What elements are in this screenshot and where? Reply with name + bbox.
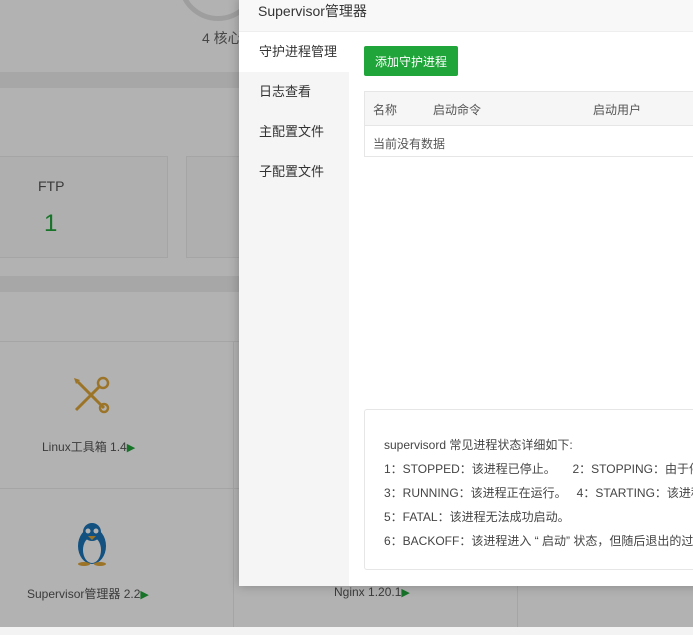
- table-empty-text: 当前没有数据: [373, 137, 446, 151]
- sidebar-item-label: 日志查看: [259, 84, 312, 99]
- sidebar-item-log-view[interactable]: 日志查看: [239, 72, 349, 112]
- info-line: 5：FATAL：该进程无法成功启动。: [384, 510, 570, 524]
- sidebar-item-label: 子配置文件: [259, 164, 325, 179]
- daemon-table: 名称 启动命令 启动用户 当前没有数据: [364, 91, 693, 157]
- sidebar-item-label: 守护进程管理: [259, 44, 338, 59]
- column-header-name[interactable]: 名称: [373, 101, 397, 118]
- sidebar-item-daemon-management[interactable]: 守护进程管理: [239, 32, 349, 72]
- column-header-command[interactable]: 启动命令: [433, 101, 481, 118]
- modal-content: 添加守护进程 名称 启动命令 启动用户 当前没有数据 supervisord 常…: [349, 32, 693, 586]
- modal-sidebar: 守护进程管理 日志查看 主配置文件 子配置文件: [239, 32, 349, 586]
- sidebar-item-main-config[interactable]: 主配置文件: [239, 112, 349, 152]
- add-daemon-button[interactable]: 添加守护进程: [364, 46, 458, 76]
- sidebar-item-label: 主配置文件: [259, 124, 325, 139]
- info-line: 1：STOPPED：该进程已停止。 2：STOPPING：由于停: [384, 462, 693, 476]
- supervisor-modal: Supervisor管理器 守护进程管理 日志查看 主配置文件 子配置文件 添加…: [239, 0, 693, 586]
- info-line: supervisord 常见进程状态详细如下:: [384, 438, 573, 452]
- column-header-user[interactable]: 启动用户: [593, 101, 641, 118]
- table-header: 名称 启动命令 启动用户: [365, 92, 693, 126]
- modal-header[interactable]: Supervisor管理器: [239, 0, 693, 32]
- info-line: 3：RUNNING：该进程正在运行。 4：STARTING：该进程: [384, 486, 693, 500]
- modal-title: Supervisor管理器: [258, 3, 367, 19]
- info-line: 6：BACKOFF：该进程进入 “ 启动” 状态，但随后退出的过: [384, 534, 693, 548]
- status-info-panel: supervisord 常见进程状态详细如下: 1：STOPPED：该进程已停止…: [364, 409, 693, 570]
- sidebar-item-sub-config[interactable]: 子配置文件: [239, 152, 349, 192]
